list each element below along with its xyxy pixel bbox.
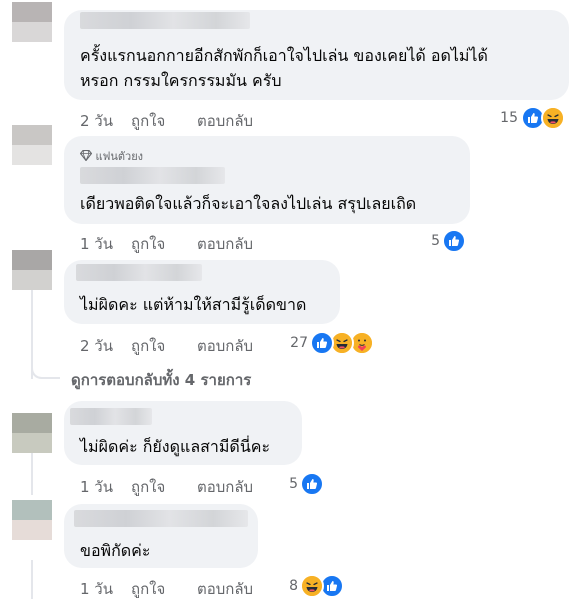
comment-text-line: ไม่ผิดค่ะ ก็ยังดูแลสามีดีนี่คะ	[80, 437, 271, 456]
comment-bubble: ไม่ผิดคะ แต่ห้ามให้สามีรู้เด็ดขาด	[64, 260, 340, 324]
reply-link[interactable]: ตอบกลับ	[197, 334, 253, 358]
diamond-icon	[79, 149, 93, 162]
haha-icon	[300, 574, 324, 598]
reaction-count[interactable]: 5	[280, 476, 298, 492]
reply-connector-icon	[31, 362, 60, 379]
thread-line	[31, 560, 33, 599]
reaction-count[interactable]: 27	[282, 335, 308, 351]
comment-bubble: ขอพิกัดค่ะ	[64, 504, 258, 568]
comment-text-line: ครั้งแรกนอกกายอีกสักพักก็เอาใจไปเล่น ของ…	[80, 46, 488, 65]
comment-bubble: ครั้งแรกนอกกายอีกสักพักก็เอาใจไปเล่น ของ…	[64, 10, 569, 100]
haha-icon	[541, 106, 565, 130]
reaction-count[interactable]: 8	[282, 578, 298, 594]
comment-text-line: ขอพิกัดค่ะ	[80, 541, 151, 560]
fan-badge[interactable]: แฟนตัวยง	[79, 147, 144, 165]
comment-bubble: แฟนตัวยง เดียวพอติดใจแล้วก็จะเอาใจลงไปเล…	[64, 136, 470, 224]
commenter-name-blurred[interactable]	[74, 510, 248, 527]
reply-link[interactable]: ตอบกลับ	[197, 475, 253, 499]
reaction-count[interactable]: 5	[420, 233, 440, 249]
like-icon	[442, 229, 466, 253]
avatar[interactable]	[12, 2, 52, 42]
reply-link[interactable]: ตอบกลับ	[197, 109, 253, 133]
comment-text-line: หรอก กรรมใครกรรมมัน ครับ	[80, 71, 282, 90]
like-link[interactable]: ถูกใจ	[131, 334, 165, 358]
comment-time[interactable]: 2 วัน	[80, 109, 113, 133]
thread-line	[31, 450, 33, 495]
commenter-name-blurred[interactable]	[76, 264, 202, 281]
comment-time[interactable]: 1 วัน	[80, 475, 113, 499]
fan-badge-label: แฟนตัวยง	[95, 150, 144, 163]
comment-bubble: ไม่ผิดค่ะ ก็ยังดูแลสามีดีนี่คะ	[64, 401, 302, 465]
view-replies-link[interactable]: ดูการตอบกลับทั้ง 4 รายการ	[71, 368, 251, 392]
avatar[interactable]	[12, 125, 52, 165]
commenter-name-blurred[interactable]	[70, 408, 152, 425]
comment-time[interactable]: 2 วัน	[80, 334, 113, 358]
like-link[interactable]: ถูกใจ	[131, 577, 165, 601]
comment-time[interactable]: 1 วัน	[80, 577, 113, 601]
comment-text-line: เดียวพอติดใจแล้วก็จะเอาใจลงไปเล่น สรุปเล…	[80, 194, 417, 213]
reaction-count[interactable]: 15	[490, 110, 518, 126]
like-icon	[310, 331, 334, 355]
comment-actions: 1 วัน ถูกใจ ตอบกลับ	[80, 232, 380, 253]
commenter-name-blurred[interactable]	[80, 167, 225, 184]
comment-actions: 1 วัน ถูกใจ ตอบกลับ	[80, 475, 380, 496]
like-icon	[300, 472, 324, 496]
avatar[interactable]	[12, 250, 52, 290]
comment-time[interactable]: 1 วัน	[80, 232, 113, 256]
avatar[interactable]	[12, 500, 52, 540]
comment-actions: 2 วัน ถูกใจ ตอบกลับ	[80, 109, 380, 130]
comment-text-line: ไม่ผิดคะ แต่ห้ามให้สามีรู้เด็ดขาด	[80, 295, 307, 314]
commenter-name-blurred[interactable]	[80, 12, 250, 29]
reply-link[interactable]: ตอบกลับ	[197, 232, 253, 256]
like-link[interactable]: ถูกใจ	[131, 475, 165, 499]
reply-link[interactable]: ตอบกลับ	[197, 577, 253, 601]
like-link[interactable]: ถูกใจ	[131, 109, 165, 133]
avatar[interactable]	[12, 413, 52, 453]
like-link[interactable]: ถูกใจ	[131, 232, 165, 256]
